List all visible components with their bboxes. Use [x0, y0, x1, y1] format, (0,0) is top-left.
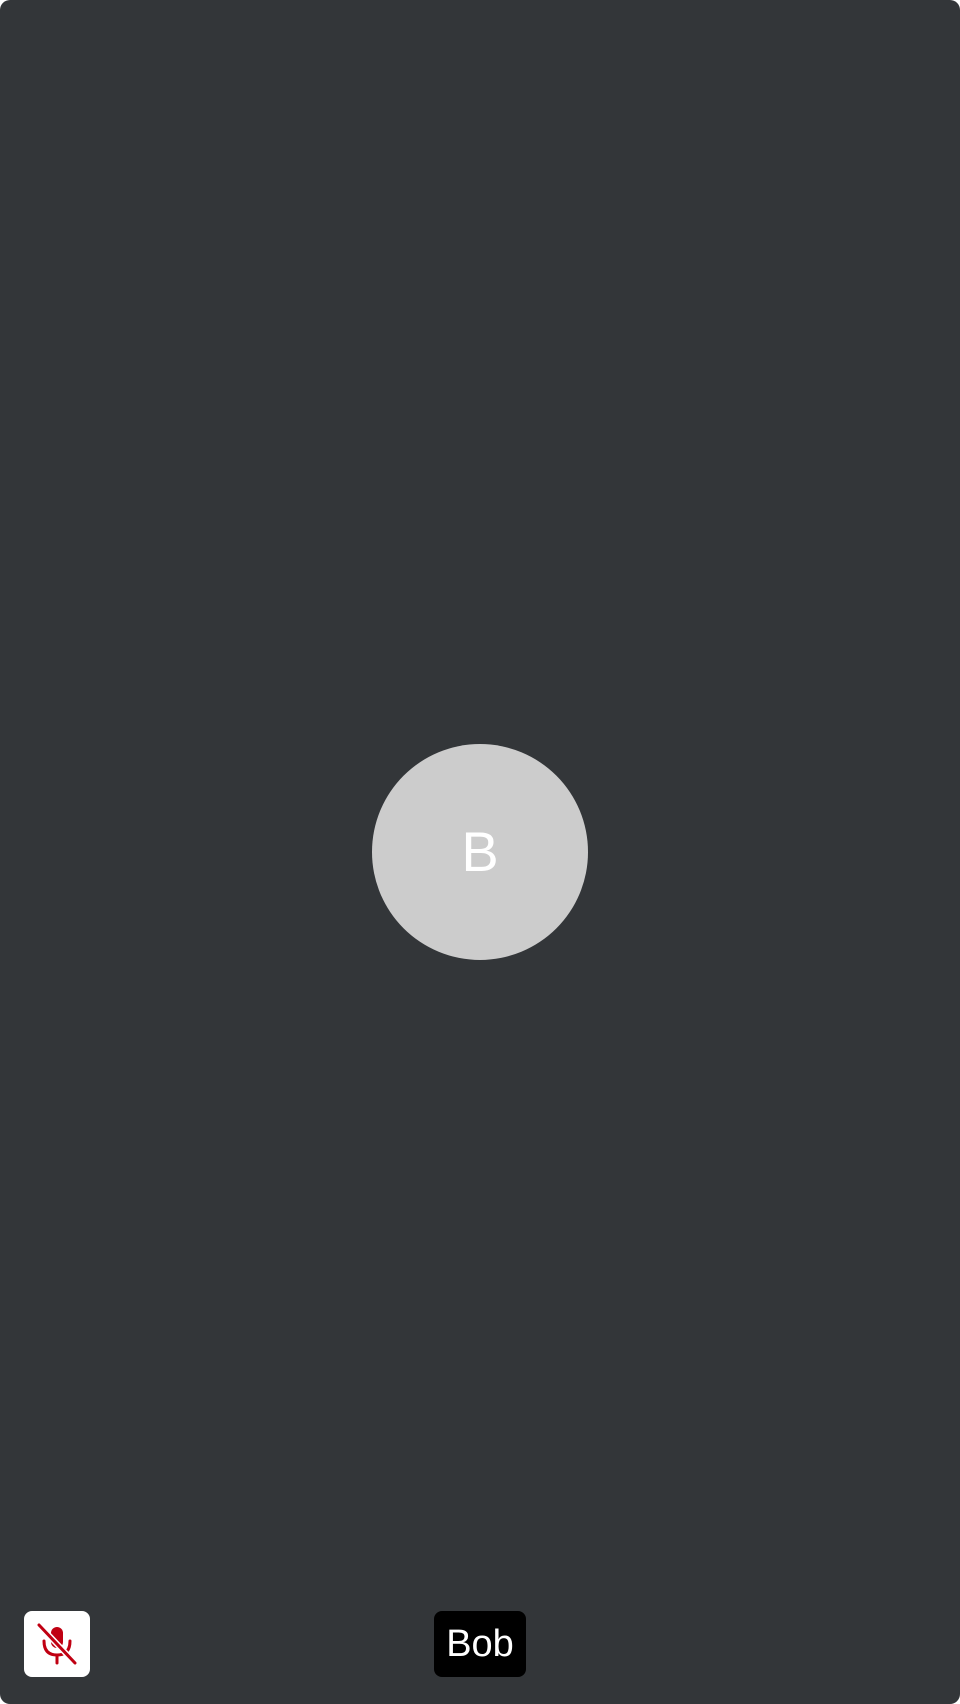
participant-name: Bob: [446, 1623, 514, 1665]
mic-off-icon: [36, 1622, 78, 1666]
avatar-initial: B: [461, 820, 499, 883]
participant-video-tile[interactable]: B Bob: [0, 0, 960, 1704]
mic-muted-indicator: [24, 1611, 90, 1677]
avatar: B: [372, 744, 588, 960]
participant-name-badge: Bob: [434, 1611, 526, 1677]
